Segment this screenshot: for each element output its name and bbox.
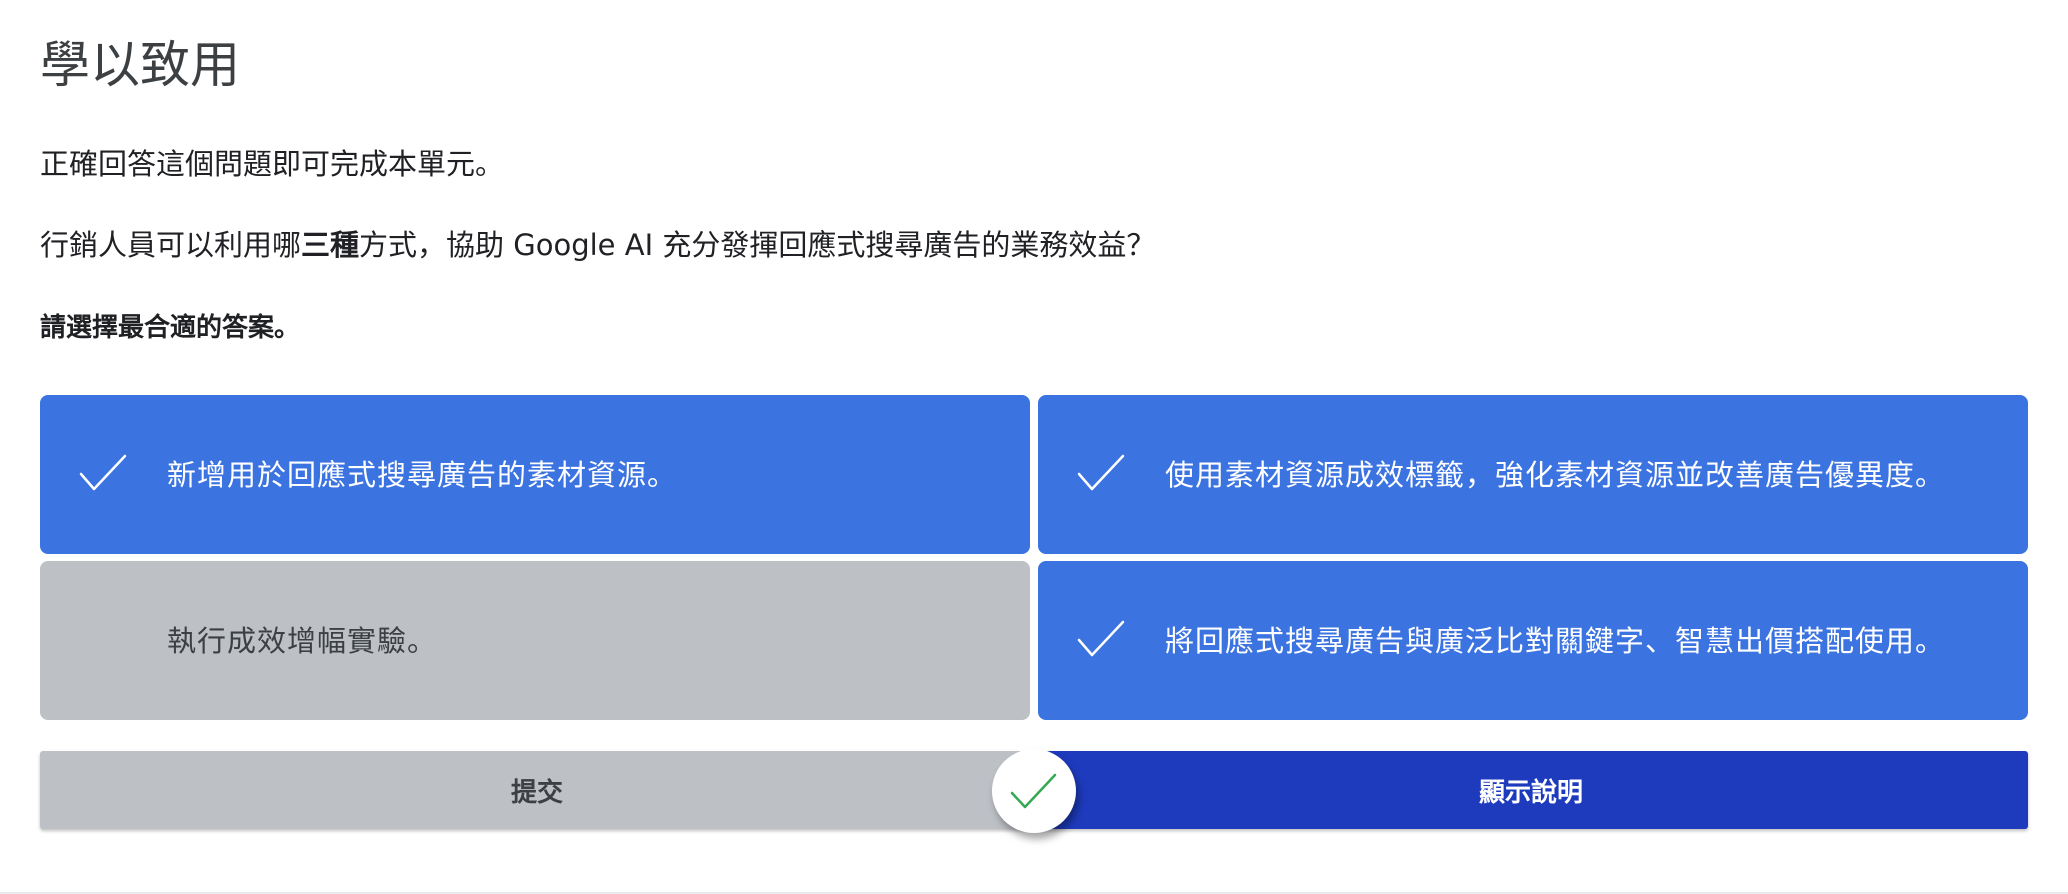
correct-status-badge bbox=[992, 749, 1076, 833]
answer-option-label: 執行成效增幅實驗。 bbox=[167, 623, 438, 658]
show-explanation-button[interactable]: 顯示說明 bbox=[1034, 751, 2028, 829]
instruction-text: 正確回答這個問題即可完成本單元。 bbox=[40, 147, 505, 181]
answer-option-4[interactable]: 將回應式搜尋廣告與廣泛比對關鍵字、智慧出價搭配使用。 bbox=[1038, 561, 2028, 720]
page-title: 學以致用 bbox=[40, 36, 240, 94]
submit-button[interactable]: 提交 bbox=[40, 751, 1034, 829]
answer-option-3[interactable]: 執行成效增幅實驗。 bbox=[40, 561, 1030, 720]
check-icon bbox=[1077, 454, 1125, 491]
answer-option-label: 將回應式搜尋廣告與廣泛比對關鍵字、智慧出價搭配使用。 bbox=[1165, 623, 1946, 658]
answer-option-label: 新增用於回應式搜尋廣告的素材資源。 bbox=[167, 457, 678, 492]
question-text: 行銷人員可以利用哪三種方式，協助 Google AI 充分發揮回應式搜尋廣告的業… bbox=[40, 221, 1155, 269]
answer-options: 新增用於回應式搜尋廣告的素材資源。 使用素材資源成效標籤，強化素材資源並改善廣告… bbox=[40, 395, 2028, 721]
question-text-after: 方式，協助 Google AI 充分發揮回應式搜尋廣告的業務效益？ bbox=[359, 228, 1156, 262]
answer-option-1[interactable]: 新增用於回應式搜尋廣告的素材資源。 bbox=[40, 395, 1030, 554]
check-icon bbox=[79, 454, 127, 491]
question-text-before: 行銷人員可以利用哪 bbox=[40, 228, 302, 262]
question-emphasis: 三種 bbox=[301, 228, 360, 262]
answer-prompt: 請選擇最合適的答案。 bbox=[40, 313, 301, 343]
quiz-page: 學以致用 正確回答這個問題即可完成本單元。 行銷人員可以利用哪三種方式，協助 G… bbox=[0, 0, 2068, 894]
answer-option-2[interactable]: 使用素材資源成效標籤，強化素材資源並改善廣告優異度。 bbox=[1038, 395, 2028, 554]
answer-option-label: 使用素材資源成效標籤，強化素材資源並改善廣告優異度。 bbox=[1165, 457, 1946, 492]
check-icon bbox=[1077, 620, 1125, 657]
check-icon bbox=[1010, 773, 1057, 809]
